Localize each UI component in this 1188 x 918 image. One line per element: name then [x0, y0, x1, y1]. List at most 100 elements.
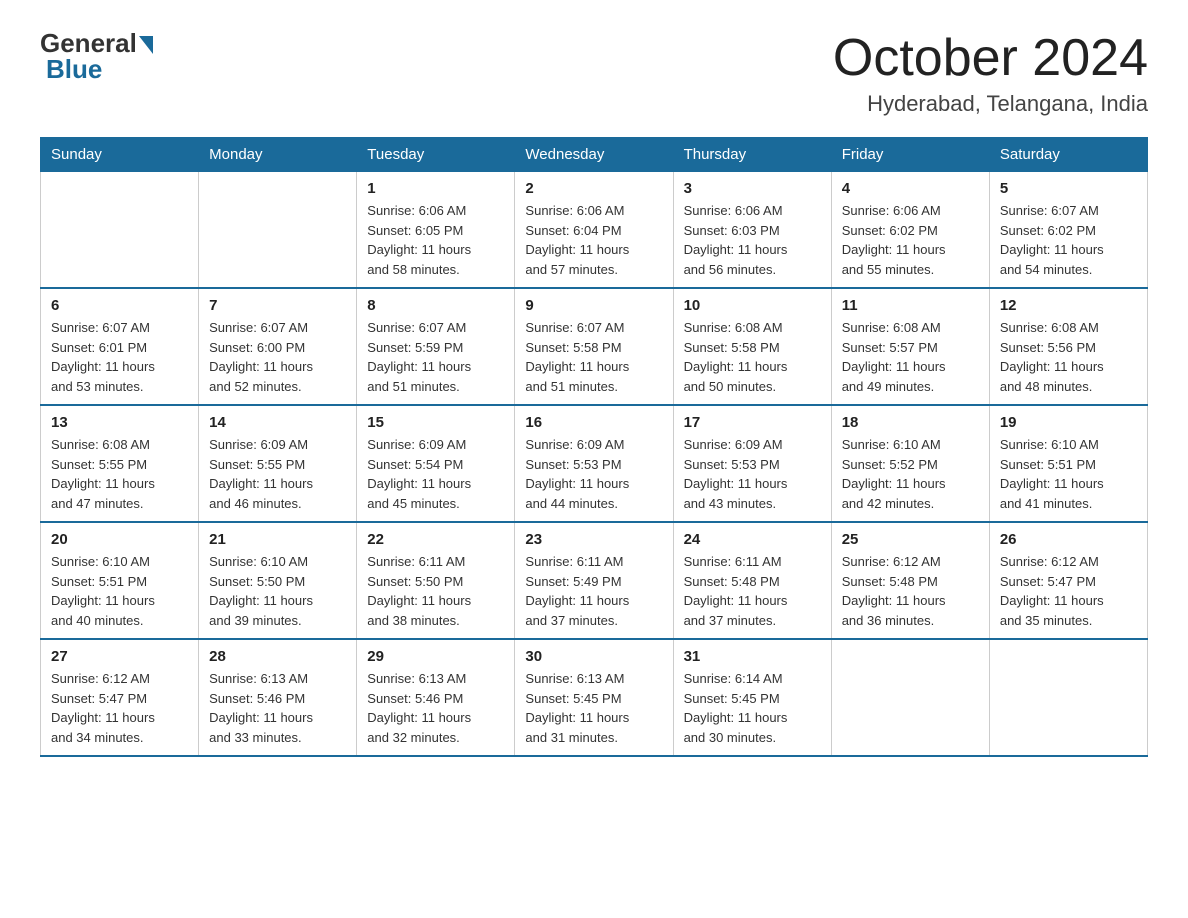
day-number: 6 — [51, 297, 188, 314]
calendar-cell: 2Sunrise: 6:06 AM Sunset: 6:04 PM Daylig… — [515, 172, 673, 289]
day-number: 28 — [209, 648, 346, 665]
calendar-cell: 21 Sunrise: 6:10 AM Sunset: 5:50 PM Dayli… — [199, 522, 357, 639]
calendar-cell: 8Sunrise: 6:07 AM Sunset: 5:59 PM Daylig… — [357, 288, 515, 405]
day-number: 15 — [367, 414, 504, 431]
day-info: Sunrise: 6:08 AM Sunset: 5:58 PM Dayligh… — [684, 318, 821, 396]
logo-arrow-icon — [139, 36, 153, 54]
day-info: Sunrise: 6:07 AM Sunset: 5:58 PM Dayligh… — [525, 318, 662, 396]
calendar-cell — [831, 639, 989, 756]
calendar-cell: 27 Sunrise: 6:12 AM Sunset: 5:47 PM Dayli… — [41, 639, 199, 756]
day-info: Sunrise: 6:12 AM Sunset: 5:47 PM Dayligh… — [51, 669, 188, 747]
calendar-cell: 3 Sunrise: 6:06 AM Sunset: 6:03 PM Daylig… — [673, 172, 831, 289]
weekday-header-monday: Monday — [199, 138, 357, 172]
day-info: Sunrise: 6:10 AM Sunset: 5:51 PM Dayligh… — [1000, 435, 1137, 513]
day-number: 13 — [51, 414, 188, 431]
calendar-cell: 20 Sunrise: 6:10 AM Sunset: 5:51 PM Dayli… — [41, 522, 199, 639]
calendar-cell: 1 Sunrise: 6:06 AM Sunset: 6:05 PM Daylig… — [357, 172, 515, 289]
day-number: 12 — [1000, 297, 1137, 314]
day-info: Sunrise: 6:07 AM Sunset: 6:00 PM Dayligh… — [209, 318, 346, 396]
calendar-cell: 29 Sunrise: 6:13 AM Sunset: 5:46 PM Dayli… — [357, 639, 515, 756]
day-info: Sunrise: 6:10 AM Sunset: 5:50 PM Dayligh… — [209, 552, 346, 630]
day-info: Sunrise: 6:11 AM Sunset: 5:49 PM Dayligh… — [525, 552, 662, 630]
calendar-cell: 17 Sunrise: 6:09 AM Sunset: 5:53 PM Dayli… — [673, 405, 831, 522]
day-info: Sunrise: 6:12 AM Sunset: 5:48 PM Dayligh… — [842, 552, 979, 630]
page-header: General Blue October 2024 Hyderabad, Tel… — [40, 30, 1148, 117]
logo-general-text: General — [40, 30, 137, 56]
calendar-cell — [199, 172, 357, 289]
calendar-cell: 30Sunrise: 6:13 AM Sunset: 5:45 PM Dayli… — [515, 639, 673, 756]
calendar-cell: 11Sunrise: 6:08 AM Sunset: 5:57 PM Dayli… — [831, 288, 989, 405]
day-info: Sunrise: 6:07 AM Sunset: 6:01 PM Dayligh… — [51, 318, 188, 396]
calendar-week-row: 1 Sunrise: 6:06 AM Sunset: 6:05 PM Daylig… — [41, 172, 1148, 289]
day-number: 21 — [209, 531, 346, 548]
calendar-cell: 9 Sunrise: 6:07 AM Sunset: 5:58 PM Daylig… — [515, 288, 673, 405]
calendar-cell: 23 Sunrise: 6:11 AM Sunset: 5:49 PM Dayli… — [515, 522, 673, 639]
day-info: Sunrise: 6:11 AM Sunset: 5:48 PM Dayligh… — [684, 552, 821, 630]
calendar-week-row: 27 Sunrise: 6:12 AM Sunset: 5:47 PM Dayli… — [41, 639, 1148, 756]
day-number: 7 — [209, 297, 346, 314]
calendar-cell: 5 Sunrise: 6:07 AM Sunset: 6:02 PM Daylig… — [989, 172, 1147, 289]
day-number: 1 — [367, 180, 504, 197]
day-number: 17 — [684, 414, 821, 431]
calendar-cell: 28 Sunrise: 6:13 AM Sunset: 5:46 PM Dayli… — [199, 639, 357, 756]
day-number: 5 — [1000, 180, 1137, 197]
weekday-header-tuesday: Tuesday — [357, 138, 515, 172]
calendar-header: SundayMondayTuesdayWednesdayThursdayFrid… — [41, 138, 1148, 172]
day-number: 27 — [51, 648, 188, 665]
day-number: 24 — [684, 531, 821, 548]
day-number: 16 — [525, 414, 662, 431]
weekday-header-sunday: Sunday — [41, 138, 199, 172]
day-info: Sunrise: 6:11 AM Sunset: 5:50 PM Dayligh… — [367, 552, 504, 630]
day-info: Sunrise: 6:09 AM Sunset: 5:53 PM Dayligh… — [525, 435, 662, 513]
logo: General Blue — [40, 30, 153, 82]
month-title: October 2024 — [833, 30, 1148, 87]
calendar-body: 1 Sunrise: 6:06 AM Sunset: 6:05 PM Daylig… — [41, 172, 1148, 757]
day-info: Sunrise: 6:06 AM Sunset: 6:03 PM Dayligh… — [684, 201, 821, 279]
day-number: 23 — [525, 531, 662, 548]
day-number: 25 — [842, 531, 979, 548]
day-number: 31 — [684, 648, 821, 665]
day-number: 14 — [209, 414, 346, 431]
location-title: Hyderabad, Telangana, India — [833, 91, 1148, 117]
day-info: Sunrise: 6:08 AM Sunset: 5:55 PM Dayligh… — [51, 435, 188, 513]
calendar-cell: 7 Sunrise: 6:07 AM Sunset: 6:00 PM Daylig… — [199, 288, 357, 405]
calendar-cell: 25 Sunrise: 6:12 AM Sunset: 5:48 PM Dayli… — [831, 522, 989, 639]
calendar-cell: 14 Sunrise: 6:09 AM Sunset: 5:55 PM Dayli… — [199, 405, 357, 522]
weekday-header-saturday: Saturday — [989, 138, 1147, 172]
weekday-header-thursday: Thursday — [673, 138, 831, 172]
day-info: Sunrise: 6:08 AM Sunset: 5:56 PM Dayligh… — [1000, 318, 1137, 396]
day-info: Sunrise: 6:09 AM Sunset: 5:53 PM Dayligh… — [684, 435, 821, 513]
day-info: Sunrise: 6:06 AM Sunset: 6:04 PM Dayligh… — [525, 201, 662, 279]
day-number: 29 — [367, 648, 504, 665]
day-info: Sunrise: 6:10 AM Sunset: 5:51 PM Dayligh… — [51, 552, 188, 630]
calendar-cell: 6 Sunrise: 6:07 AM Sunset: 6:01 PM Daylig… — [41, 288, 199, 405]
calendar-week-row: 20 Sunrise: 6:10 AM Sunset: 5:51 PM Dayli… — [41, 522, 1148, 639]
day-number: 9 — [525, 297, 662, 314]
calendar-week-row: 13 Sunrise: 6:08 AM Sunset: 5:55 PM Dayli… — [41, 405, 1148, 522]
day-info: Sunrise: 6:09 AM Sunset: 5:55 PM Dayligh… — [209, 435, 346, 513]
logo-blue-text: Blue — [46, 54, 102, 84]
day-info: Sunrise: 6:06 AM Sunset: 6:02 PM Dayligh… — [842, 201, 979, 279]
calendar-cell: 4Sunrise: 6:06 AM Sunset: 6:02 PM Daylig… — [831, 172, 989, 289]
calendar-cell: 19 Sunrise: 6:10 AM Sunset: 5:51 PM Dayli… — [989, 405, 1147, 522]
calendar-cell: 26Sunrise: 6:12 AM Sunset: 5:47 PM Dayli… — [989, 522, 1147, 639]
day-info: Sunrise: 6:10 AM Sunset: 5:52 PM Dayligh… — [842, 435, 979, 513]
day-number: 22 — [367, 531, 504, 548]
calendar-cell: 18Sunrise: 6:10 AM Sunset: 5:52 PM Dayli… — [831, 405, 989, 522]
calendar-cell: 10Sunrise: 6:08 AM Sunset: 5:58 PM Dayli… — [673, 288, 831, 405]
day-info: Sunrise: 6:09 AM Sunset: 5:54 PM Dayligh… — [367, 435, 504, 513]
calendar-cell: 12 Sunrise: 6:08 AM Sunset: 5:56 PM Dayli… — [989, 288, 1147, 405]
calendar-table: SundayMondayTuesdayWednesdayThursdayFrid… — [40, 137, 1148, 757]
day-info: Sunrise: 6:06 AM Sunset: 6:05 PM Dayligh… — [367, 201, 504, 279]
day-info: Sunrise: 6:14 AM Sunset: 5:45 PM Dayligh… — [684, 669, 821, 747]
day-info: Sunrise: 6:07 AM Sunset: 6:02 PM Dayligh… — [1000, 201, 1137, 279]
calendar-cell: 13 Sunrise: 6:08 AM Sunset: 5:55 PM Dayli… — [41, 405, 199, 522]
calendar-cell — [989, 639, 1147, 756]
calendar-cell: 24 Sunrise: 6:11 AM Sunset: 5:48 PM Dayli… — [673, 522, 831, 639]
day-info: Sunrise: 6:13 AM Sunset: 5:46 PM Dayligh… — [367, 669, 504, 747]
day-number: 30 — [525, 648, 662, 665]
day-number: 3 — [684, 180, 821, 197]
day-number: 19 — [1000, 414, 1137, 431]
day-info: Sunrise: 6:13 AM Sunset: 5:46 PM Dayligh… — [209, 669, 346, 747]
day-number: 20 — [51, 531, 188, 548]
